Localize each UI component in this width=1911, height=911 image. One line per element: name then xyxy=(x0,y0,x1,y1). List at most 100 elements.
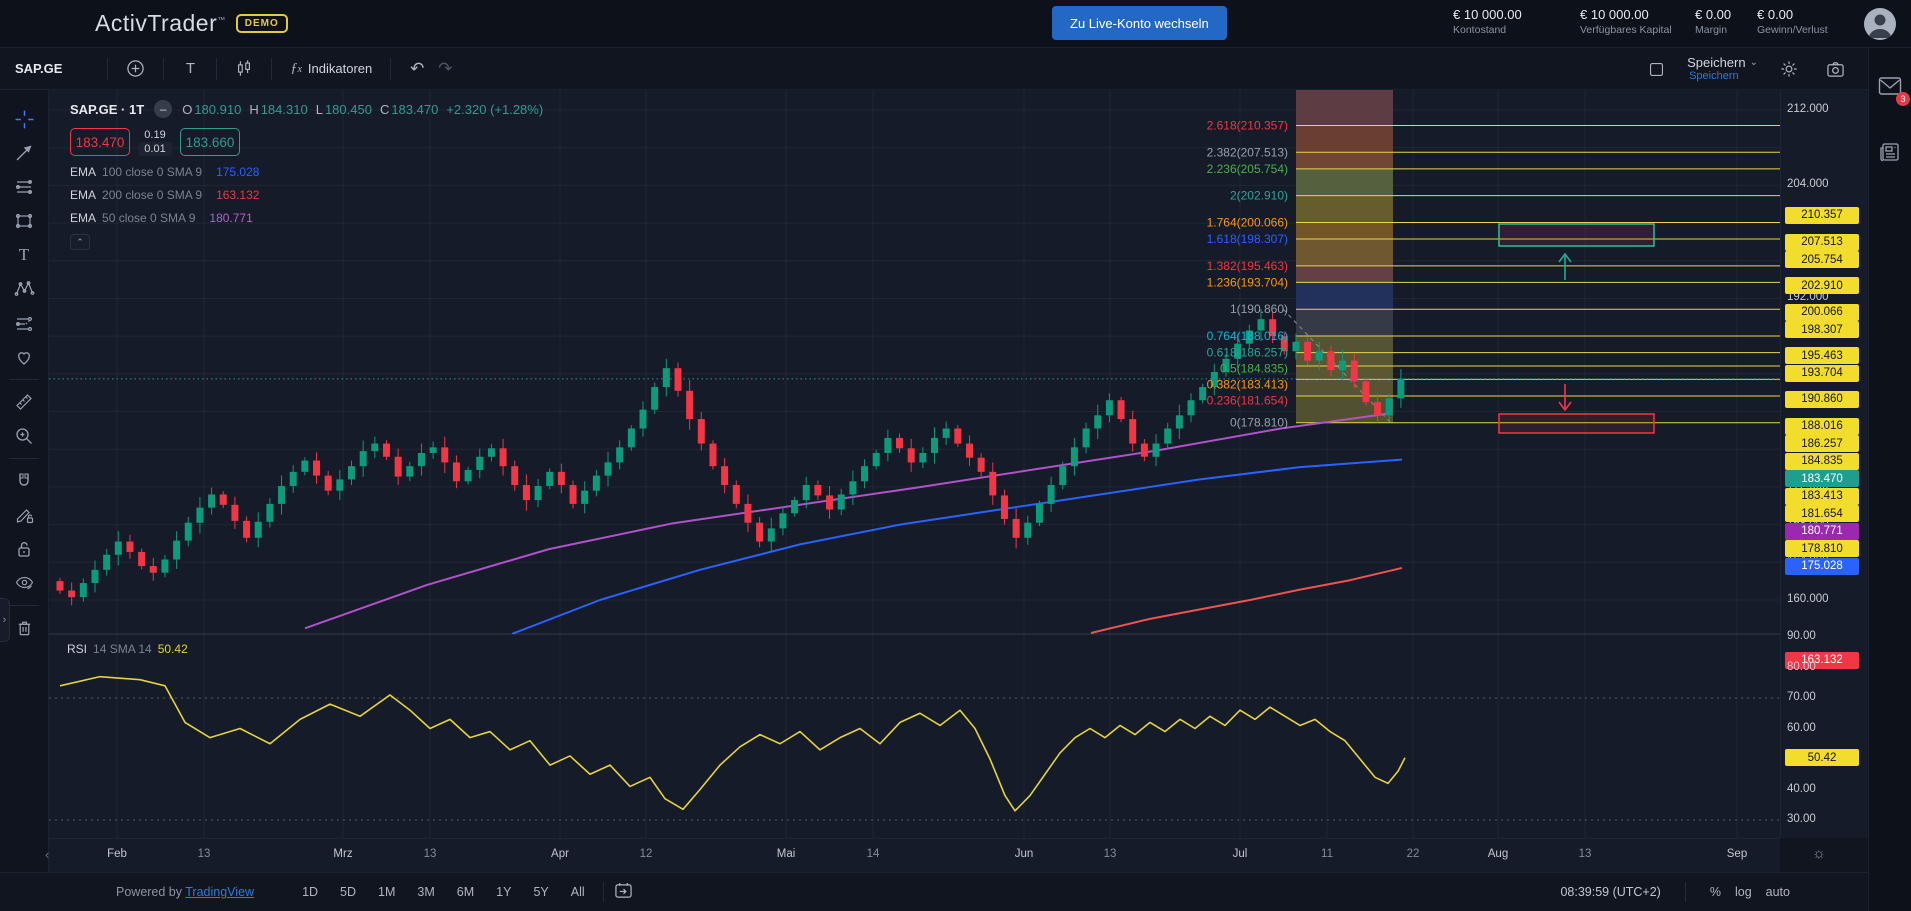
svg-text:2(202.910): 2(202.910) xyxy=(1230,189,1288,203)
news-icon[interactable] xyxy=(1879,141,1901,168)
bottom-toolbar: Powered by TradingView 1D 5D 1M 3M 6M 1Y… xyxy=(0,872,1868,911)
range-5d[interactable]: 5D xyxy=(332,881,364,903)
rsi-tick: 40.00 xyxy=(1787,783,1816,795)
brand-logo: ActivTrader™ xyxy=(95,10,226,37)
user-avatar[interactable] xyxy=(1864,8,1896,40)
drawing-mode-lock-icon[interactable] xyxy=(7,498,41,532)
measure-ruler-tool-icon[interactable] xyxy=(7,385,41,419)
pattern-xabcd-tool-icon[interactable] xyxy=(7,272,41,306)
remove-drawings-trash-icon[interactable] xyxy=(7,611,41,645)
price-label-blue: 175.028 xyxy=(1785,558,1859,575)
magnet-tool-icon[interactable] xyxy=(7,464,41,498)
svg-text:2.236(205.754): 2.236(205.754) xyxy=(1207,162,1288,176)
range-1d[interactable]: 1D xyxy=(294,881,326,903)
divider xyxy=(390,58,391,80)
divider xyxy=(216,58,217,80)
svg-text:0.764(188.016): 0.764(188.016) xyxy=(1207,329,1288,343)
time-tick: Sep xyxy=(1727,848,1747,860)
indicators-button[interactable]: ƒx Indikatoren xyxy=(284,55,378,83)
crosshair-tool-icon[interactable] xyxy=(7,102,41,136)
time-tick: Apr xyxy=(551,848,569,860)
text-tool-icon[interactable]: T xyxy=(7,238,41,272)
legend-symbol-title[interactable]: SAP.GE · 1T xyxy=(70,102,144,117)
shapes-tool-icon[interactable] xyxy=(7,204,41,238)
buy-button[interactable]: 183.660 xyxy=(180,128,240,156)
time-tick: 13 xyxy=(424,848,437,860)
range-5y[interactable]: 5Y xyxy=(525,881,556,903)
svg-text:2.382(207.513): 2.382(207.513) xyxy=(1207,145,1288,159)
collapse-legend-icon[interactable]: – xyxy=(154,100,172,118)
time-tick: Feb xyxy=(107,848,127,860)
switch-to-live-button[interactable]: Zu Live-Konto wechseln xyxy=(1052,6,1227,40)
auto-scale-toggle[interactable]: auto xyxy=(1766,885,1790,899)
chart-canvas[interactable]: 2.618(210.357)2.382(207.513)2.236(205.75… xyxy=(49,90,1780,872)
scroll-left-icon[interactable]: ‹ xyxy=(45,847,49,862)
svg-text:0(178.810): 0(178.810) xyxy=(1230,416,1288,430)
range-6m[interactable]: 6M xyxy=(449,881,482,903)
hide-drawings-eye-icon[interactable] xyxy=(7,566,41,600)
time-tick: Jul xyxy=(1233,848,1248,860)
sell-button[interactable]: 183.470 xyxy=(70,128,130,156)
svg-text:1.618(198.307): 1.618(198.307) xyxy=(1207,232,1288,246)
time-tick: 11 xyxy=(1321,848,1333,860)
price-label-yellow: 186.257 xyxy=(1785,435,1859,452)
go-to-date-icon[interactable] xyxy=(614,882,633,902)
session-clock[interactable]: 08:39:59 (UTC+2) xyxy=(1560,885,1660,899)
candle-style-icon[interactable] xyxy=(229,55,259,83)
tradingview-link[interactable]: TradingView xyxy=(185,885,254,899)
trademark: ™ xyxy=(217,15,226,24)
layout-select-icon[interactable] xyxy=(1642,55,1671,83)
rsi-legend: RSI 14 SMA 14 50.42 xyxy=(67,642,188,656)
trend-line-tool-icon[interactable] xyxy=(7,136,41,170)
settings-gear-icon[interactable] xyxy=(1774,55,1804,83)
rsi-tick: 30.00 xyxy=(1787,813,1816,825)
range-3m[interactable]: 3M xyxy=(409,881,442,903)
divider xyxy=(9,458,39,459)
rsi-tick: 60.00 xyxy=(1787,722,1816,734)
top-header: ActivTrader™ DEMO Zu Live-Konto wechseln… xyxy=(0,0,1911,48)
fib-retracement-tool-icon[interactable] xyxy=(7,170,41,204)
toolbar-collapse-handle[interactable]: › xyxy=(0,598,10,642)
legend-expand-icon[interactable]: ⌃ xyxy=(70,234,90,250)
zoom-in-tool-icon[interactable] xyxy=(7,419,41,453)
screenshot-camera-icon[interactable] xyxy=(1820,55,1851,83)
symbol-button[interactable]: SAP.GE xyxy=(15,61,62,76)
price-label-yellow: 205.754 xyxy=(1785,251,1859,268)
percent-scale-toggle[interactable]: % xyxy=(1710,885,1721,899)
compare-add-icon[interactable] xyxy=(120,55,151,83)
price-label-yellow: 207.513 xyxy=(1785,234,1859,251)
forecast-tool-icon[interactable] xyxy=(7,306,41,340)
svg-text:1.764(200.066): 1.764(200.066) xyxy=(1207,215,1288,229)
divider xyxy=(1685,882,1686,902)
undo-icon[interactable]: ↶ xyxy=(403,55,431,83)
price-label-yellow: 193.704 xyxy=(1785,365,1859,382)
svg-text:1(190.860): 1(190.860) xyxy=(1230,302,1288,316)
price-label-yellow: 198.307 xyxy=(1785,321,1859,338)
activtrader-app: ActivTrader™ DEMO Zu Live-Konto wechseln… xyxy=(0,0,1911,911)
range-1m[interactable]: 1M xyxy=(370,881,403,903)
divider xyxy=(9,605,39,606)
lock-drawings-icon[interactable] xyxy=(7,532,41,566)
price-label-yellow: 181.654 xyxy=(1785,505,1859,522)
rsi-value-label: 50.42 xyxy=(1785,749,1859,766)
price-label-yellow: 183.413 xyxy=(1785,488,1859,505)
scale-settings-icon[interactable]: ☼ xyxy=(1812,845,1826,862)
ema-200-legend: EMA200 close 0 SMA 9 163.132 xyxy=(70,188,543,202)
range-all[interactable]: All xyxy=(563,881,593,903)
timeframe-icon[interactable]: T xyxy=(176,55,204,83)
emoji-heart-tool-icon[interactable] xyxy=(7,340,41,374)
save-layout-button[interactable]: Speichern⌄ Speichern xyxy=(1687,57,1758,82)
redo-icon[interactable]: ↷ xyxy=(431,55,459,83)
svg-text:0.618(186.257): 0.618(186.257) xyxy=(1207,346,1288,360)
demo-badge: DEMO xyxy=(236,14,288,33)
time-axis[interactable]: ‹ Feb13Mrz13Apr12Mai14Jun13Jul1122Aug13S… xyxy=(49,838,1780,872)
price-scale[interactable]: 212.000204.000192.000172.000168.000164.0… xyxy=(1780,90,1868,838)
range-1y[interactable]: 1Y xyxy=(488,881,519,903)
ema-100-legend: EMA100 close 0 SMA 9 175.028 xyxy=(70,165,543,179)
save-link[interactable]: Speichern xyxy=(1689,70,1739,82)
log-scale-toggle[interactable]: log xyxy=(1735,885,1752,899)
rsi-tick: 90.00 xyxy=(1787,630,1816,642)
ohlc-readout: O180.910 H184.310 L180.450 C183.470 +2.3… xyxy=(182,102,543,117)
time-tick: 13 xyxy=(1104,848,1117,860)
messages-mail-icon[interactable]: 3 xyxy=(1878,76,1902,101)
